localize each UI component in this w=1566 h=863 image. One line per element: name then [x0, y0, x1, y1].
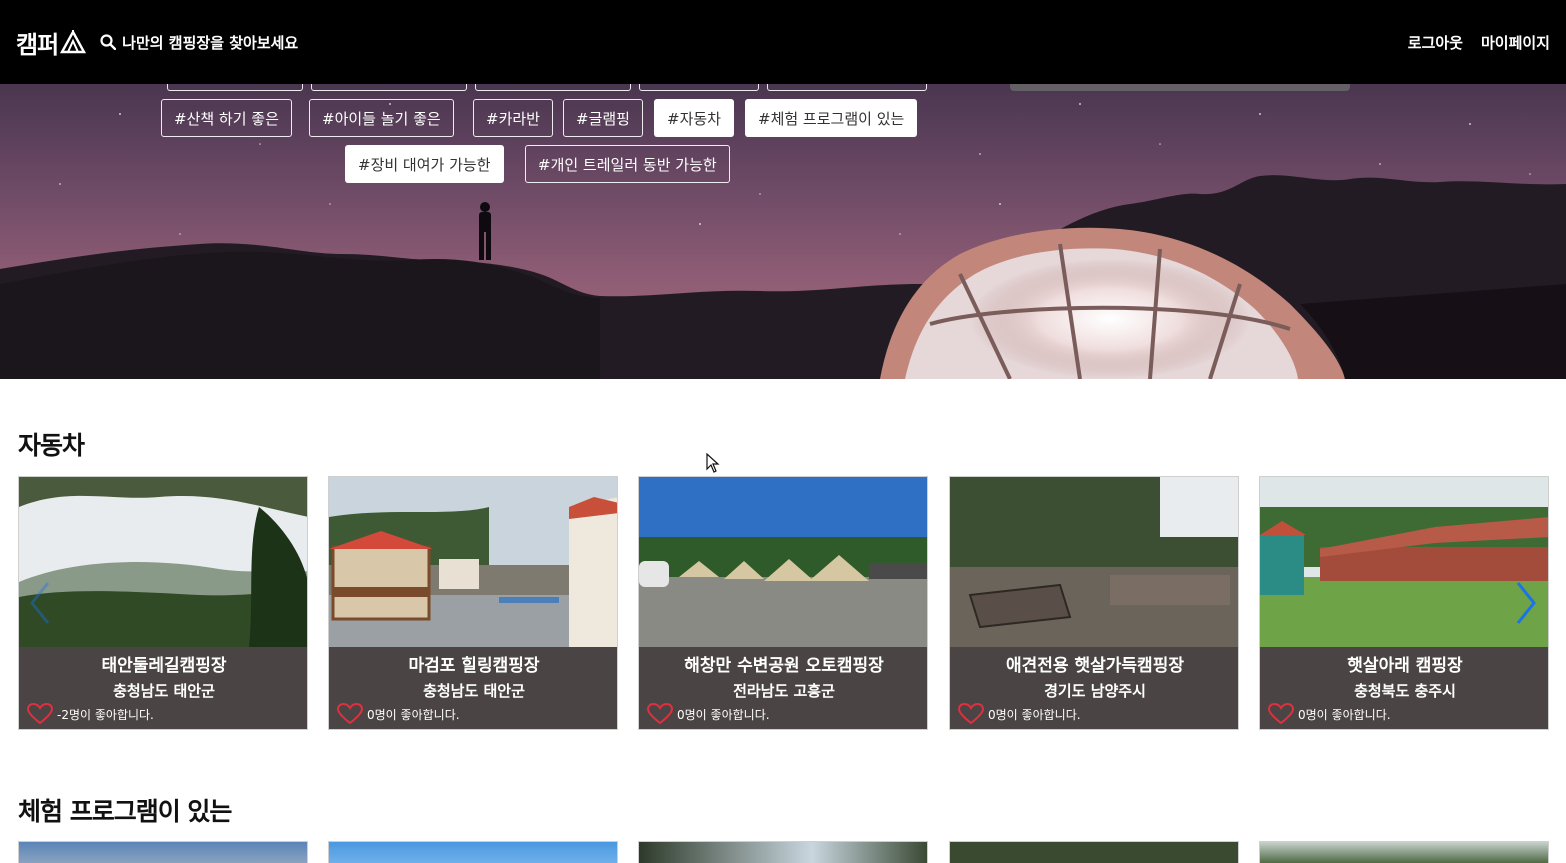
hero-tag-label: #아이들 놀기 좋은 [322, 109, 441, 128]
campsite-name: 해창만 수변공원 오토캠핑장 [684, 656, 884, 676]
campsite-name: 태안둘레길캠핑장 [101, 656, 227, 676]
campsite-photo [19, 477, 307, 647]
card-info: 마검포 힐링캠핑장 충청남도 태안군 0명이 좋아합니다. [329, 647, 617, 729]
card-info: 태안둘레길캠핑장 충청남도 태안군 -2명이 좋아합니다. [19, 647, 307, 729]
campsite-photo [1260, 477, 1548, 647]
section-title: 자동차 [18, 431, 85, 460]
hero-tag[interactable]: #아이들 놀기 좋은 [309, 99, 454, 137]
like-row: 0명이 좋아합니다. [1268, 703, 1391, 725]
hero-tag-hidden[interactable] [311, 84, 467, 91]
hero-searchbar [1010, 84, 1350, 91]
campsite-card[interactable]: 애견전용 햇살가득캠핑장 경기도 남양주시 0명이 좋아합니다. [949, 476, 1239, 730]
mouse-cursor-icon [706, 453, 720, 473]
campsite-photo [639, 477, 927, 647]
like-count: -2명이 좋아합니다. [57, 707, 154, 722]
hero-tag[interactable]: #글램핑 [563, 99, 643, 137]
hero-tag-hidden[interactable] [767, 84, 927, 91]
top-navbar: 캠퍼 나만의 캠핑장을 찾아보세요 로그아웃 마이페이지 [0, 0, 1566, 84]
heart-icon[interactable] [647, 703, 673, 725]
mypage-link[interactable]: 마이페이지 [1481, 32, 1550, 53]
campsite-region: 경기도 남양주시 [1044, 682, 1146, 700]
hero-tag-label: #개인 트레일러 동반 가능한 [538, 155, 717, 174]
campsite-card[interactable]: 해창만 수변공원 오토캠핑장 전라남도 고흥군 0명이 좋아합니다. [638, 476, 928, 730]
hero-tag[interactable]: #개인 트레일러 동반 가능한 [525, 145, 730, 183]
tent-icon [60, 30, 87, 54]
like-count: 0명이 좋아합니다. [367, 707, 460, 722]
campsite-name: 햇살아래 캠핑장 [1347, 656, 1463, 676]
campsite-name: 마검포 힐링캠핑장 [408, 656, 540, 676]
hero-banner: #산책 하기 좋은 #아이들 놀기 좋은 #카라반 #글램핑 #자동차 #체험 … [0, 84, 1566, 379]
hero-tag-label: #체험 프로그램이 있는 [758, 109, 905, 128]
hero-tag-label: #산책 하기 좋은 [174, 109, 279, 128]
heart-icon[interactable] [1268, 703, 1294, 725]
hero-tag-hidden[interactable] [639, 84, 759, 91]
campsite-name: 애견전용 햇살가득캠핑장 [1006, 656, 1184, 676]
hero-tag-label: #카라반 [486, 109, 540, 128]
logout-link[interactable]: 로그아웃 [1408, 32, 1463, 53]
campsite-region: 전라남도 고흥군 [733, 682, 835, 700]
search-input[interactable]: 나만의 캠핑장을 찾아보세요 [100, 32, 298, 53]
like-count: 0명이 좋아합니다. [988, 707, 1081, 722]
hero-tag[interactable]: #산책 하기 좋은 [161, 99, 292, 137]
campsite-card[interactable]: 태안둘레길캠핑장 충청남도 태안군 -2명이 좋아합니다. [18, 476, 308, 730]
card-info: 애견전용 햇살가득캠핑장 경기도 남양주시 0명이 좋아합니다. [950, 647, 1238, 729]
site-logo[interactable]: 캠퍼 [16, 25, 87, 60]
search-placeholder: 나만의 캠핑장을 찾아보세요 [122, 33, 299, 52]
hero-tag-active[interactable]: #장비 대여가 가능한 [345, 145, 504, 183]
campsite-card[interactable] [328, 841, 618, 863]
like-row: 0명이 좋아합니다. [337, 703, 460, 725]
hero-tag-label: #자동차 [667, 109, 721, 128]
search-icon [100, 34, 117, 50]
campsite-card[interactable]: 햇살아래 캠핑장 충청북도 충주시 0명이 좋아합니다. [1259, 476, 1549, 730]
campsite-region: 충청남도 태안군 [423, 682, 525, 700]
section-title: 체험 프로그램이 있는 [18, 797, 232, 826]
like-count: 0명이 좋아합니다. [1298, 707, 1391, 722]
heart-icon[interactable] [27, 703, 53, 725]
hero-tag-hidden[interactable] [167, 84, 303, 91]
campsite-photo [950, 477, 1238, 647]
campsite-photo [329, 477, 617, 647]
card-info: 햇살아래 캠핑장 충청북도 충주시 0명이 좋아합니다. [1260, 647, 1548, 729]
like-row: 0명이 좋아합니다. [647, 703, 770, 725]
hero-tag-label: #장비 대여가 가능한 [358, 155, 491, 174]
campsite-card[interactable] [18, 841, 308, 863]
campsite-card[interactable] [949, 841, 1239, 863]
hero-tag-hidden[interactable] [475, 84, 631, 91]
like-row: 0명이 좋아합니다. [958, 703, 1081, 725]
user-menu: 로그아웃 마이페이지 [1408, 32, 1550, 53]
like-count: 0명이 좋아합니다. [677, 707, 770, 722]
campsite-region: 충청북도 충주시 [1354, 682, 1456, 700]
campsite-region: 충청남도 태안군 [113, 682, 215, 700]
chevron-right-icon[interactable] [1514, 580, 1538, 626]
heart-icon[interactable] [958, 703, 984, 725]
hero-tag[interactable]: #카라반 [473, 99, 553, 137]
like-row: -2명이 좋아합니다. [27, 703, 154, 725]
heart-icon[interactable] [337, 703, 363, 725]
chevron-left-icon[interactable] [28, 580, 52, 626]
campsite-card[interactable]: 마검포 힐링캠핑장 충청남도 태안군 0명이 좋아합니다. [328, 476, 618, 730]
campsite-card[interactable] [1259, 841, 1549, 863]
hero-tag-active[interactable]: #자동차 [654, 99, 734, 137]
hero-tag-label: #글램핑 [576, 109, 630, 128]
campsite-card[interactable] [638, 841, 928, 863]
card-info: 해창만 수변공원 오토캠핑장 전라남도 고흥군 0명이 좋아합니다. [639, 647, 927, 729]
logo-text: 캠퍼 [16, 30, 59, 59]
hero-tag-active[interactable]: #체험 프로그램이 있는 [745, 99, 918, 137]
